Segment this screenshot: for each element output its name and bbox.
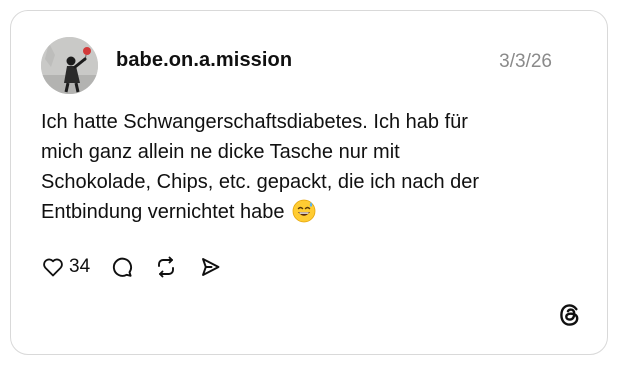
avatar-image bbox=[41, 37, 98, 94]
grinning-face-with-sweat-emoji bbox=[292, 199, 316, 232]
post-text-line: mich ganz allein ne dicke Tasche nur mit bbox=[41, 141, 400, 163]
post-text: Ich hatte Schwangerschaftsdiabetes. Ich … bbox=[41, 107, 561, 232]
post-card: babe.on.a.mission 3/3/26 Ich hatte Schwa… bbox=[10, 10, 608, 355]
like-count: 34 bbox=[69, 256, 91, 277]
post-date: 3/3/26 bbox=[499, 51, 552, 72]
avatar[interactable] bbox=[41, 37, 98, 94]
repost-button[interactable] bbox=[154, 255, 178, 279]
send-icon bbox=[198, 255, 222, 279]
post-text-line: Entbindung vernichtet habe bbox=[41, 197, 561, 232]
post-text-line: Schokolade, Chips, etc. gepackt, die ich… bbox=[41, 171, 480, 193]
repost-icon bbox=[154, 255, 178, 279]
post-text-line-content: Entbindung vernichtet habe bbox=[41, 201, 285, 223]
username[interactable]: babe.on.a.mission bbox=[116, 49, 292, 72]
comment-bubble-icon bbox=[110, 255, 134, 279]
like-button[interactable]: 34 bbox=[41, 255, 110, 279]
post-text-line: Ich hatte Schwangerschaftsdiabetes. Ich … bbox=[41, 111, 468, 133]
share-button[interactable] bbox=[198, 255, 222, 279]
threads-logo-icon[interactable] bbox=[557, 302, 583, 328]
heart-icon bbox=[41, 255, 65, 279]
action-bar: 34 bbox=[41, 252, 222, 282]
reply-button[interactable] bbox=[110, 255, 134, 279]
